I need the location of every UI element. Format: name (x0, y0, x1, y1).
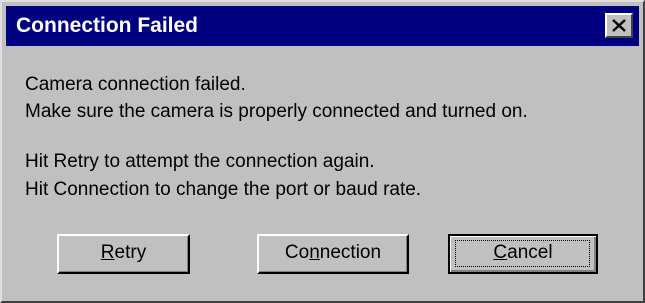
message-line-4: Hit Connection to change the port or bau… (25, 179, 422, 200)
cancel-button[interactable]: Cancel (448, 234, 598, 274)
cancel-button-label: Cancel (493, 242, 553, 263)
retry-button[interactable]: Retry (57, 234, 190, 274)
connection-button-label: Connection (284, 242, 382, 263)
message-line-3: Hit Retry to attempt the connection agai… (25, 151, 375, 172)
title-bar[interactable]: Connection Failed (6, 6, 639, 46)
message-line-1: Camera connection failed. (25, 74, 246, 95)
message-line-2: Make sure the camera is properly connect… (25, 101, 528, 122)
dialog-title: Connection Failed (16, 14, 199, 37)
connection-button[interactable]: Connection (257, 234, 409, 274)
retry-button-label: Retry (100, 242, 147, 263)
close-x-icon (612, 19, 626, 32)
close-button[interactable] (605, 13, 633, 38)
connection-failed-dialog: Connection Failed Camera connection fail… (0, 0, 645, 303)
